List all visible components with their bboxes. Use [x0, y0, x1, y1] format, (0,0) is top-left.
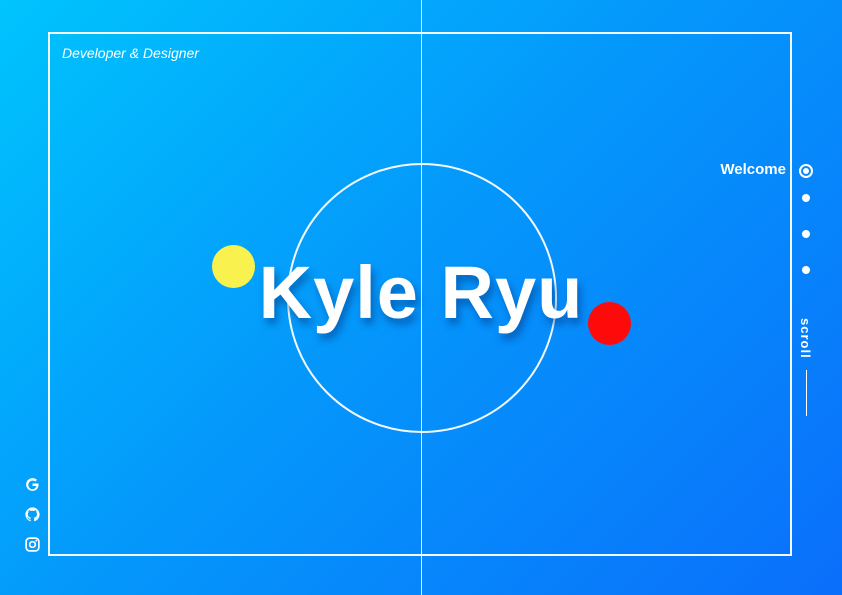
hero-name: Kyle Ryu: [258, 251, 584, 334]
google-icon[interactable]: [24, 476, 41, 493]
section-nav-dot-3[interactable]: [802, 230, 810, 238]
instagram-icon[interactable]: [24, 536, 41, 553]
section-nav-dot-welcome[interactable]: [799, 164, 813, 178]
scroll-indicator[interactable]: scroll: [790, 318, 824, 418]
github-icon[interactable]: [24, 506, 41, 523]
section-nav-dot-4[interactable]: [802, 266, 810, 274]
section-nav-active-label[interactable]: Welcome: [720, 160, 786, 180]
section-nav-dot-2[interactable]: [802, 194, 810, 202]
scroll-label: scroll: [798, 318, 813, 359]
scroll-line: [806, 370, 807, 416]
tagline: Developer & Designer: [62, 45, 199, 61]
